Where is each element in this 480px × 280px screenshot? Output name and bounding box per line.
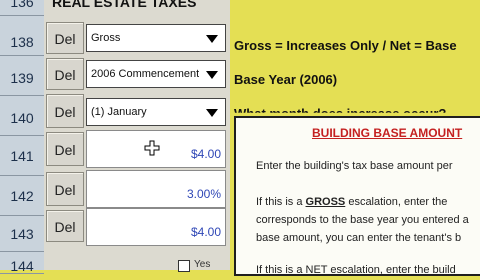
row-number: 140 — [0, 96, 44, 136]
chevron-down-icon[interactable] — [199, 99, 225, 125]
escalation-type-dropdown[interactable]: Gross — [86, 24, 226, 52]
row-number: 143 — [0, 216, 44, 252]
delete-button[interactable]: Del — [46, 94, 84, 128]
increase-percent-input[interactable]: 3.00% — [86, 170, 226, 208]
row-number-column: 136 138 139 140 141 142 143 144 — [0, 0, 44, 274]
tenant-amount-input[interactable]: $4.00 — [86, 208, 226, 246]
row-number: 142 — [0, 176, 44, 216]
popup-text-line: If this is a GROSS escalation, enter the — [256, 196, 447, 208]
base-year-dropdown[interactable]: 2006 Commencement — [86, 60, 226, 88]
section-header: REAL ESTATE TAXES — [52, 0, 197, 10]
delete-button[interactable]: Del — [46, 210, 84, 242]
popup-text-line: Enter the building's tax base amount per — [256, 160, 453, 172]
gross-net-label: Gross = Increases Only / Net = Base — [234, 38, 457, 53]
chevron-down-icon[interactable] — [199, 61, 225, 87]
dropdown-value: (1) January — [91, 106, 147, 118]
dropdown-value: Gross — [91, 32, 121, 44]
increase-month-dropdown[interactable]: (1) January — [86, 98, 226, 126]
input-value: $4.00 — [190, 225, 221, 239]
popup-text-fragment: escalation, enter the — [345, 196, 448, 208]
delete-button[interactable]: Del — [46, 22, 84, 54]
help-comment-popup: BUILDING BASE AMOUNT Enter the building'… — [234, 116, 480, 276]
input-value: 3.00% — [186, 187, 221, 201]
row-number: 141 — [0, 136, 44, 176]
delete-button[interactable]: Del — [46, 58, 84, 90]
row-number: 144 — [0, 252, 44, 274]
popup-text-fragment: If this is a — [256, 196, 306, 208]
yes-checkbox-label: Yes — [194, 259, 211, 270]
input-value: $4.00 — [190, 147, 221, 161]
move-cursor-icon — [144, 140, 160, 156]
delete-button[interactable]: Del — [46, 172, 84, 206]
popup-text-line: If this is a NET escalation, enter the b… — [256, 264, 456, 276]
chevron-down-icon[interactable] — [199, 25, 225, 51]
row-number: 136 — [0, 0, 44, 16]
popup-text-line: base amount, you can enter the tenant's … — [256, 232, 462, 244]
popup-text-line: corresponds to the base year you entered… — [256, 214, 469, 226]
yes-checkbox[interactable] — [178, 260, 190, 272]
base-year-label: Base Year (2006) — [234, 72, 338, 87]
row-number: 138 — [0, 16, 44, 56]
row-number: 139 — [0, 56, 44, 96]
delete-button[interactable]: Del — [46, 132, 84, 166]
dropdown-value: 2006 Commencement — [91, 68, 200, 80]
popup-gross-term: GROSS — [305, 196, 346, 208]
popup-title: BUILDING BASE AMOUNT — [312, 126, 463, 140]
